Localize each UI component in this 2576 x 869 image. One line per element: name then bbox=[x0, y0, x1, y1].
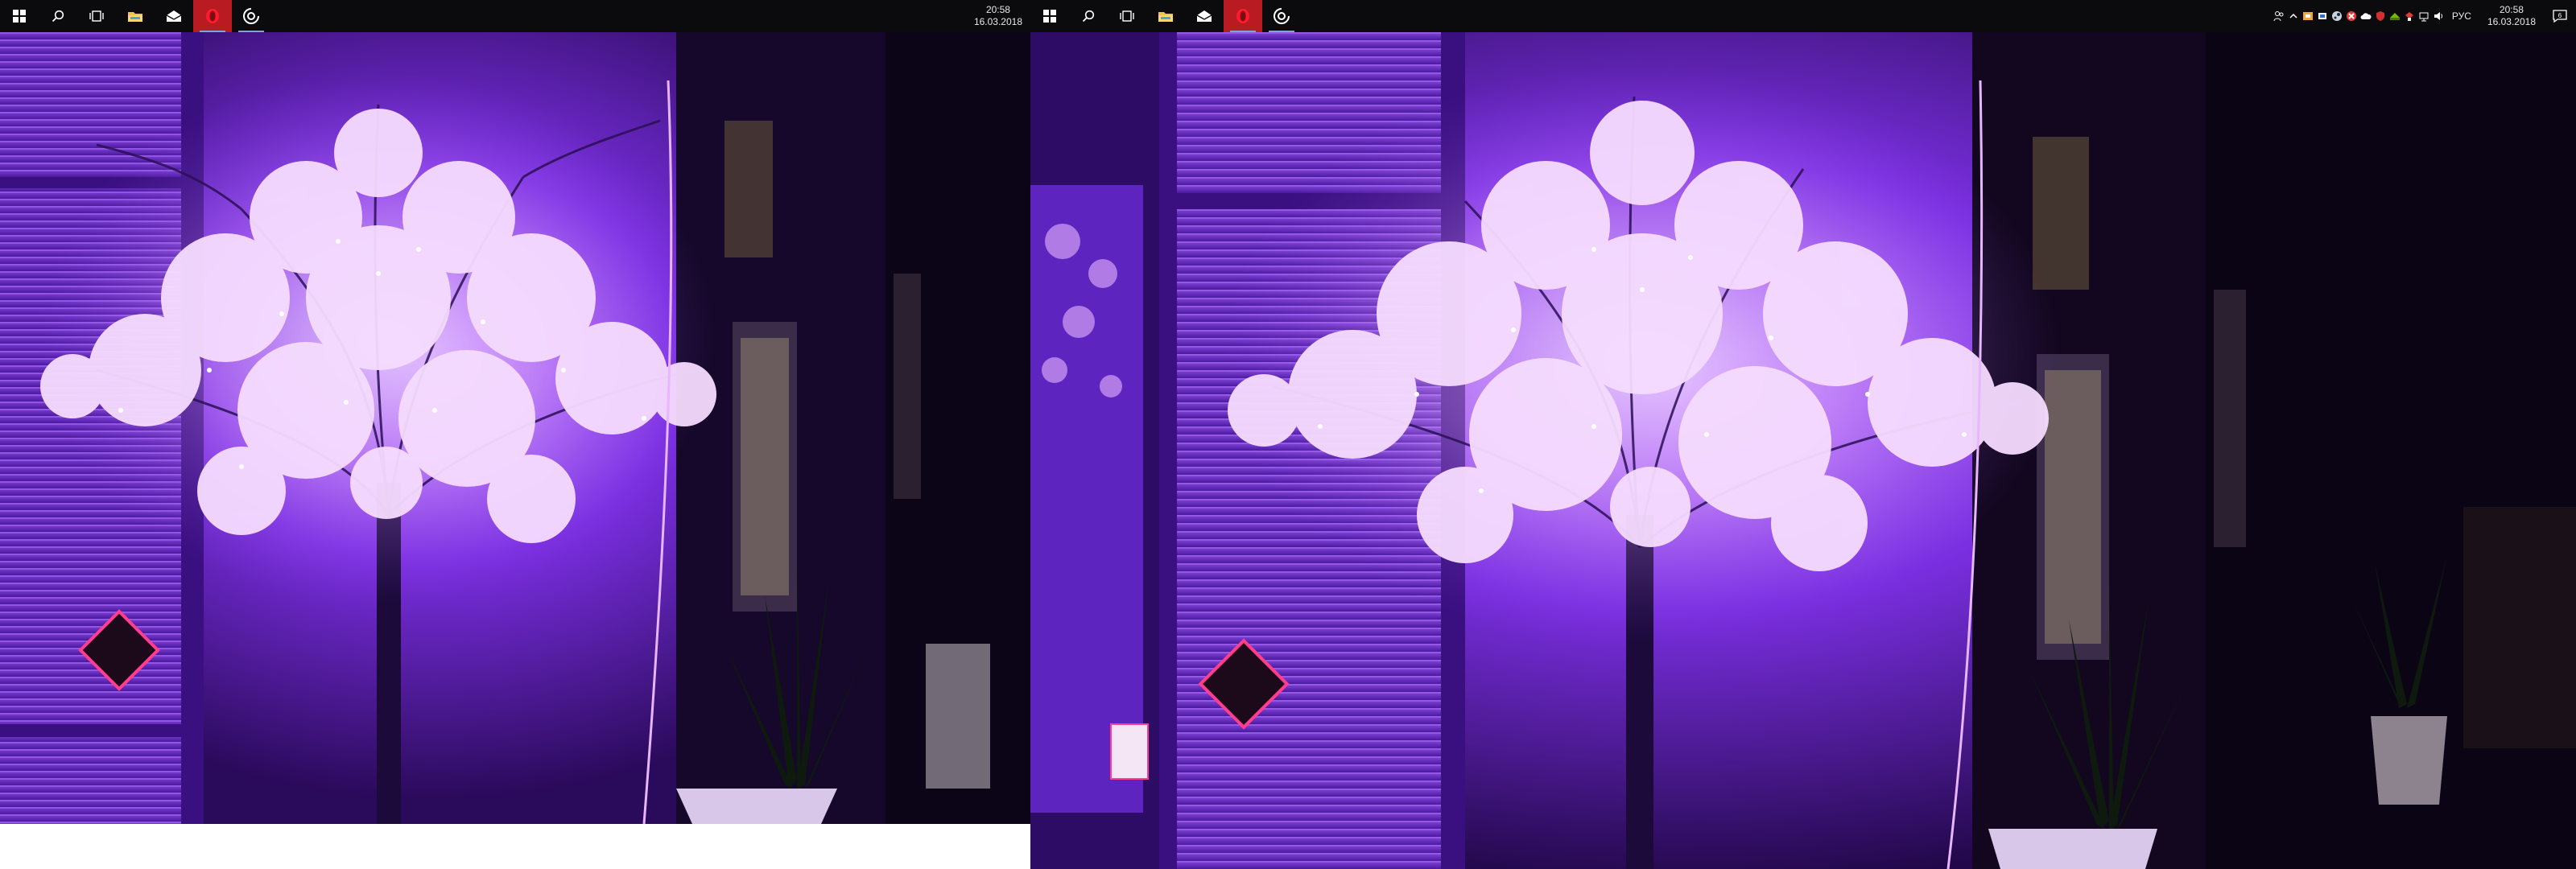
nvidia-icon[interactable] bbox=[2389, 10, 2401, 22]
start-icon bbox=[1043, 10, 1056, 23]
app-ring-icon bbox=[243, 7, 260, 24]
app-ring-button[interactable] bbox=[232, 0, 270, 32]
task-view-icon bbox=[1120, 10, 1134, 22]
search-button[interactable] bbox=[1069, 0, 1108, 32]
wallpaper-photo bbox=[1030, 32, 2576, 869]
cloud-icon[interactable] bbox=[2360, 10, 2372, 22]
action-center-button[interactable]: 6 bbox=[2544, 0, 2576, 32]
volume-icon[interactable] bbox=[2433, 10, 2444, 22]
task-view-icon bbox=[89, 10, 104, 22]
shield-icon[interactable] bbox=[2375, 10, 2386, 22]
task-view-button[interactable] bbox=[77, 0, 116, 32]
app-ring-icon bbox=[1274, 7, 1290, 24]
clock-date: 16.03.2018 bbox=[973, 16, 1022, 27]
usb-icon[interactable] bbox=[2418, 10, 2429, 22]
monitor-right: РУС 20:58 16.03.2018 6 bbox=[1030, 0, 2576, 869]
notifications-count: 6 bbox=[2558, 12, 2562, 19]
chevron-up-icon bbox=[2289, 13, 2297, 19]
file-explorer-button[interactable] bbox=[116, 0, 155, 32]
clock-date: 16.03.2018 bbox=[2487, 16, 2536, 27]
mail-icon bbox=[166, 10, 182, 22]
people-icon[interactable] bbox=[2273, 10, 2285, 22]
antivirus-icon[interactable] bbox=[2302, 10, 2314, 22]
steam-icon[interactable] bbox=[2331, 10, 2343, 22]
search-button[interactable] bbox=[39, 0, 77, 32]
cherry-blossom-tree-image bbox=[1030, 32, 2576, 869]
start-button[interactable] bbox=[1030, 0, 1069, 32]
mail-button[interactable] bbox=[1185, 0, 1224, 32]
search-icon bbox=[1082, 10, 1095, 23]
start-button[interactable] bbox=[0, 0, 39, 32]
taskbar: 20:58 16.03.2018 bbox=[0, 0, 1030, 32]
task-view-button[interactable] bbox=[1108, 0, 1146, 32]
file-explorer-icon bbox=[128, 12, 142, 22]
clock[interactable]: 20:58 16.03.2018 bbox=[966, 4, 1030, 28]
notifications-icon: 6 bbox=[2553, 10, 2567, 23]
file-explorer-icon bbox=[1158, 12, 1173, 22]
mail-button[interactable] bbox=[155, 0, 193, 32]
clock-time: 20:58 bbox=[2499, 4, 2524, 15]
show-hidden-icons[interactable] bbox=[2288, 10, 2299, 22]
dropbox-icon[interactable] bbox=[2404, 10, 2415, 22]
mail-icon bbox=[1196, 10, 1212, 22]
opera-button[interactable] bbox=[193, 0, 232, 32]
app-ring-button[interactable] bbox=[1262, 0, 1301, 32]
language-indicator[interactable]: РУС bbox=[2447, 10, 2476, 22]
cherry-blossom-tree-image bbox=[0, 32, 1030, 824]
search-icon bbox=[52, 10, 64, 23]
taskbar: РУС 20:58 16.03.2018 6 bbox=[1030, 0, 2576, 32]
wallpaper-photo bbox=[0, 32, 1030, 824]
block-icon[interactable] bbox=[2346, 10, 2357, 22]
start-icon bbox=[13, 10, 26, 23]
clock-time: 20:58 bbox=[985, 4, 1010, 15]
opera-icon bbox=[206, 9, 219, 23]
network-app-icon[interactable] bbox=[2317, 10, 2328, 22]
file-explorer-button[interactable] bbox=[1146, 0, 1185, 32]
monitor-left: 20:58 16.03.2018 bbox=[0, 0, 1030, 869]
opera-button[interactable] bbox=[1224, 0, 1262, 32]
clock[interactable]: 20:58 16.03.2018 bbox=[2479, 4, 2544, 28]
opera-icon bbox=[1236, 9, 1249, 23]
system-tray: РУС bbox=[2273, 10, 2479, 22]
